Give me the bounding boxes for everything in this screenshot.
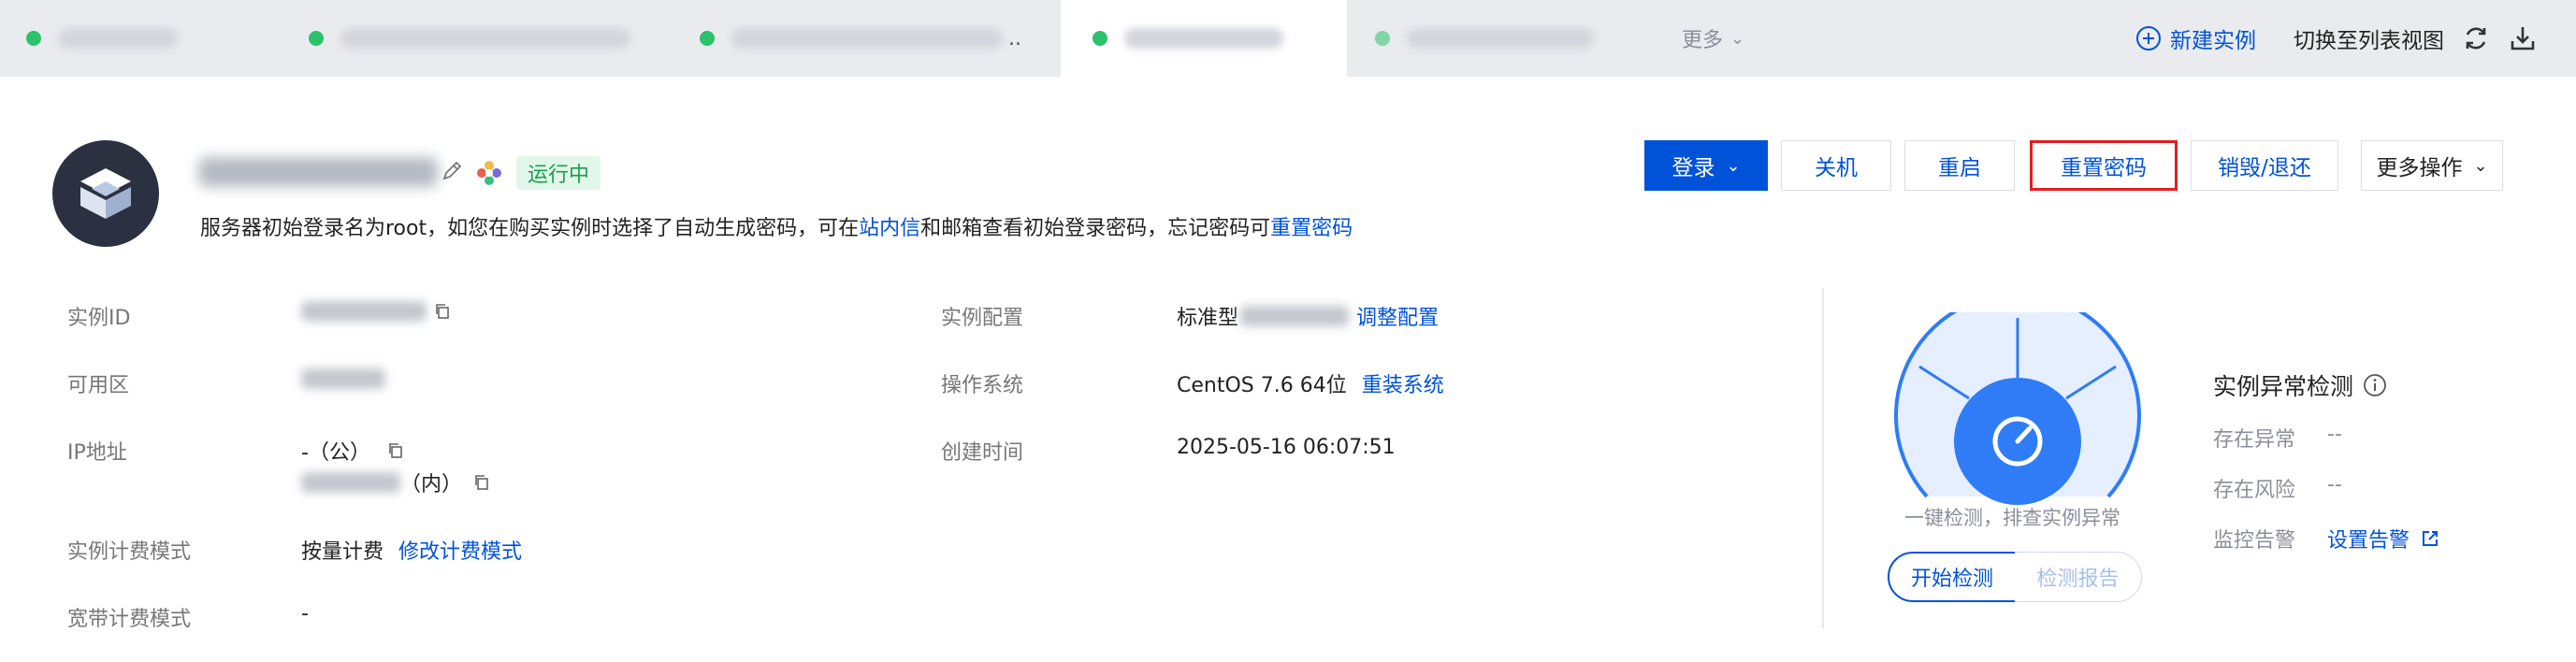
login-button-label: 登录	[1672, 156, 1715, 180]
adjust-config-link[interactable]: 调整配置	[1356, 301, 1439, 331]
ip-private-redacted	[301, 472, 400, 493]
download-icon[interactable]	[2507, 22, 2539, 54]
exception-value: --	[2327, 423, 2342, 446]
billing-mode-value: 按量计费 修改计费模式	[301, 535, 522, 565]
more-operations-label: 更多操作	[2376, 156, 2463, 180]
login-hint-prefix: 服务器初始登录名为root，如您在购买实例时选择了自动生成密码，可在	[200, 217, 860, 240]
gauge-icon[interactable]	[1889, 312, 2146, 511]
monitor-alarm-label: 监控告警	[2213, 529, 2296, 553]
ip-address-label: IP地址	[67, 441, 127, 465]
ip-public-text: -（公）	[301, 441, 370, 465]
zone-label: 可用区	[67, 374, 130, 397]
external-link-icon	[2423, 531, 2439, 546]
copy-icon[interactable]	[434, 303, 451, 320]
tab-name-redacted	[340, 28, 630, 49]
instance-id-value	[301, 301, 451, 322]
copy-icon[interactable]	[387, 442, 404, 459]
ip-private-suffix: （内）	[400, 473, 463, 496]
detection-report-button[interactable]: 检测报告	[2015, 552, 2142, 602]
instance-config-label: 实例配置	[941, 307, 1024, 330]
running-dot-icon	[309, 31, 324, 46]
login-hint-mid: 和邮箱查看初始登录密码，忘记密码可	[920, 217, 1271, 240]
bandwidth-billing-label: 宽带计费模式	[67, 608, 192, 631]
detection-title: 实例异常检测	[2213, 368, 2387, 402]
copy-icon[interactable]	[473, 474, 490, 491]
switch-list-view-button[interactable]: 切换至列表视图	[2294, 0, 2444, 77]
chevron-down-icon: ⌄	[1730, 28, 1745, 49]
os-value: CentOS 7.6 64位 重装系统	[1177, 368, 1444, 398]
created-time-label: 创建时间	[941, 441, 1024, 465]
instance-tab-3[interactable]: ..	[700, 0, 1055, 77]
ip-public-value: -（公）	[301, 436, 404, 466]
tab-name-redacted	[58, 28, 178, 49]
instance-id-label: 实例ID	[67, 307, 131, 330]
running-dot-icon	[1375, 31, 1390, 46]
instance-avatar	[52, 140, 159, 247]
tab-name-redacted	[1124, 28, 1283, 49]
gauge-caption: 一键检测，排查实例异常	[1904, 507, 2120, 529]
tab-name-redacted	[1407, 28, 1594, 49]
shutdown-button[interactable]: 关机	[1781, 140, 1891, 191]
more-tabs-dropdown[interactable]: 更多 ⌄	[1682, 0, 1744, 77]
set-alarm-text: 设置告警	[2327, 529, 2410, 553]
risk-value: --	[2327, 473, 2342, 496]
instance-tab-2[interactable]	[309, 0, 702, 77]
modify-billing-link[interactable]: 修改计费模式	[398, 535, 522, 565]
zone-redacted	[301, 368, 385, 389]
login-button[interactable]: 登录 ⌄	[1644, 140, 1768, 191]
instance-config-value: 标准型 调整配置	[1177, 301, 1439, 331]
instance-config-text: 标准型	[1177, 307, 1239, 330]
reset-password-button[interactable]: 重置密码	[2030, 140, 2178, 191]
tab-name-redacted	[731, 28, 1003, 49]
created-time-value: 2025-05-16 06:07:51	[1177, 436, 1396, 459]
restart-button[interactable]: 重启	[1904, 140, 2015, 191]
billing-mode-label: 实例计费模式	[67, 540, 192, 564]
risk-label: 存在风险	[2213, 479, 2296, 502]
set-alarm-link[interactable]: 设置告警	[2327, 524, 2439, 554]
flower-icon	[477, 161, 501, 185]
pencil-icon[interactable]	[440, 159, 464, 183]
reinstall-os-link[interactable]: 重装系统	[1362, 368, 1444, 398]
running-dot-icon	[700, 31, 715, 46]
ip-private-value: （内）	[301, 468, 490, 497]
reset-password-link[interactable]: 重置密码	[1270, 217, 1353, 240]
status-badge: 运行中	[516, 156, 601, 190]
info-icon[interactable]	[2363, 373, 2387, 397]
chevron-down-icon: ⌄	[2473, 155, 2488, 176]
zone-value	[301, 368, 385, 389]
start-detection-button[interactable]: 开始检测	[1888, 552, 2017, 602]
instance-name-redacted	[198, 157, 438, 187]
running-dot-icon	[26, 31, 41, 46]
refresh-icon[interactable]	[2460, 22, 2492, 54]
login-hint-text: 服务器初始登录名为root，如您在购买实例时选择了自动生成密码，可在站内信和邮箱…	[200, 211, 1353, 241]
more-operations-button[interactable]: 更多操作 ⌄	[2361, 140, 2503, 191]
section-divider	[1822, 288, 1824, 628]
destroy-button[interactable]: 销毁/退还	[2191, 140, 2338, 191]
billing-mode-text: 按量计费	[301, 540, 384, 564]
chevron-down-icon: ⌄	[1726, 155, 1741, 176]
instance-tab-active[interactable]	[1061, 0, 1347, 77]
cvm-cube-icon	[80, 168, 131, 219]
os-text: CentOS 7.6 64位	[1177, 374, 1347, 397]
instance-tab-5[interactable]	[1375, 0, 1656, 77]
new-instance-button[interactable]: 新建实例	[2136, 0, 2256, 77]
os-label: 操作系统	[941, 374, 1024, 397]
running-dot-icon	[1093, 31, 1107, 46]
detection-title-text: 实例异常检测	[2213, 373, 2354, 400]
site-message-link[interactable]: 站内信	[859, 217, 920, 240]
bandwidth-billing-value: -	[301, 602, 309, 626]
new-instance-label: 新建实例	[2170, 29, 2256, 53]
more-tabs-label: 更多	[1682, 29, 1724, 52]
instance-id-redacted	[301, 301, 427, 322]
tab-ellipsis: ..	[1008, 26, 1021, 50]
plus-icon	[2136, 26, 2161, 50]
exception-label: 存在异常	[2213, 428, 2296, 452]
instance-config-redacted	[1240, 306, 1350, 326]
instance-tab-1[interactable]	[26, 0, 307, 77]
